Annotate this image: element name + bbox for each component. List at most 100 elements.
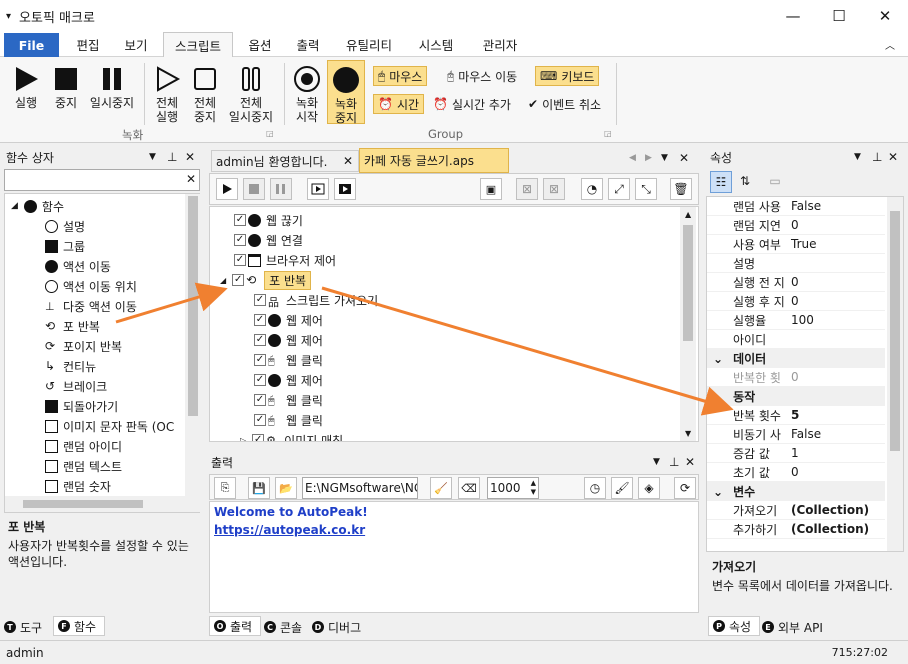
script-item[interactable]: ✓ 웹 제어 — [254, 310, 323, 330]
property-row[interactable]: 사용 여부 True — [707, 235, 885, 254]
event-cancel-toggle[interactable]: ✔ 이벤트 취소 — [524, 94, 605, 114]
property-row[interactable]: 추가하기 (Collection) — [707, 520, 885, 539]
system-menu-icon[interactable]: ▾ — [6, 11, 11, 22]
property-category[interactable]: ⌄ 동작 — [707, 387, 885, 406]
script-item[interactable]: ✓ 🖱 웹 클릭 — [254, 410, 323, 430]
tab-functions[interactable]: F 함수 — [53, 616, 105, 636]
expand-button[interactable]: ⤢ — [608, 178, 630, 200]
menu-system[interactable]: 시스템 — [408, 32, 464, 57]
function-item-random-number[interactable]: 랜덤 숫자 — [45, 476, 111, 496]
tree-root-functions[interactable]: ◢ 함수 — [11, 196, 64, 216]
script-item-for-loop[interactable]: ◢ ✓ ⟲ 포 반복 — [220, 270, 312, 290]
run-button[interactable]: 실행 — [8, 65, 44, 110]
script-item[interactable]: ✓ 브라우저 제어 — [234, 250, 336, 270]
script-item[interactable]: ✓ 웹 끊기 — [234, 210, 303, 230]
output-refresh-button[interactable]: ⟳ — [674, 477, 696, 499]
property-row[interactable]: 초기 값0 — [707, 463, 885, 482]
trash-button[interactable]: 🗑 — [670, 178, 692, 200]
script-item[interactable]: ✓ 🖱 웹 클릭 — [254, 390, 323, 410]
function-search-input[interactable]: ✕ — [4, 169, 200, 191]
tab-scroll-right-icon[interactable]: ▶ — [645, 153, 652, 163]
tab-output[interactable]: O 출력 — [209, 616, 261, 636]
script-run-step-button[interactable] — [334, 178, 356, 200]
homepage-link[interactable]: https://autopeak.co.kr — [214, 521, 694, 539]
property-row[interactable]: 아이디 — [707, 330, 885, 349]
pause-all-button[interactable]: 전체 일시중지 — [224, 65, 278, 124]
tab-list-icon[interactable]: ▼ — [661, 153, 668, 163]
menu-utility[interactable]: 유틸리티 — [337, 32, 401, 57]
function-tree-scrollbar[interactable] — [185, 194, 201, 496]
property-row[interactable]: 가져오기 (Collection) — [707, 501, 885, 520]
tab-console[interactable]: C 콘솔 — [264, 617, 312, 637]
script-item[interactable]: ✓ 웹 제어 — [254, 370, 323, 390]
script-run-from-button[interactable] — [307, 178, 329, 200]
group-dialog-launcher-icon[interactable]: ◲ — [266, 129, 274, 138]
close-panel-icon[interactable]: ✕ — [888, 150, 898, 164]
property-category[interactable]: ⌄ 변수 — [707, 482, 885, 501]
function-item-break[interactable]: ↺ 브레이크 — [45, 376, 107, 396]
menu-view[interactable]: 보기 — [114, 32, 158, 57]
collapse-ribbon-icon[interactable]: ︿ — [880, 32, 900, 57]
output-open-button[interactable]: 📂 — [275, 477, 297, 499]
function-item-random-id[interactable]: 랜덤 아이디 — [45, 436, 122, 456]
function-item-for-loop[interactable]: ⟲ 포 반복 — [45, 316, 100, 336]
group2-dialog-launcher-icon[interactable]: ◲ — [604, 129, 612, 138]
property-row[interactable]: 실행 전 지0 — [707, 273, 885, 292]
function-item-ocr[interactable]: 이미지 문자 판독 (OC — [45, 416, 174, 436]
menu-edit[interactable]: 편집 — [66, 32, 110, 57]
output-export-button[interactable]: ⎘ — [214, 477, 236, 499]
function-item-continue[interactable]: ↳ 컨티뉴 — [45, 356, 96, 376]
stepper-icon[interactable]: ▲ ▼ — [531, 479, 536, 497]
property-row[interactable]: 실행 후 지0 — [707, 292, 885, 311]
property-row[interactable]: 증감 값1 — [707, 444, 885, 463]
tab-welcome[interactable]: admin님 환영합니다. ✕ — [211, 150, 359, 172]
record-start-button[interactable]: 녹화 시작 — [290, 65, 324, 124]
property-row[interactable]: 랜덤 지연 0 — [707, 216, 885, 235]
property-row[interactable]: 랜덤 사용 False — [707, 197, 885, 216]
menu-script[interactable]: 스크립트 — [163, 32, 233, 58]
stop-button[interactable]: 중지 — [48, 65, 84, 110]
script-item[interactable]: ✓ 品 스크립트 가져오기 — [254, 290, 378, 310]
tab-debug[interactable]: D 디버그 — [312, 617, 372, 637]
function-item-random-text[interactable]: 랜덤 텍스트 — [45, 456, 122, 476]
output-fill-button[interactable]: ◈ — [638, 477, 660, 499]
run-all-button[interactable]: 전체 실행 — [150, 65, 184, 124]
tab-scroll-left-icon[interactable]: ◀ — [629, 153, 636, 163]
script-pause-button[interactable] — [270, 178, 292, 200]
close-panel-icon[interactable]: ✕ — [185, 150, 195, 164]
tab-cafe-script[interactable]: 카페 자동 글쓰기.aps — [359, 148, 509, 173]
output-erase-button[interactable]: ⌫ — [458, 477, 480, 499]
output-path-input[interactable]: E:\NGMsoftware\NG — [302, 477, 418, 499]
categorized-view-icon[interactable]: ☷ — [710, 171, 732, 193]
output-brush-button[interactable]: 🖌 — [611, 477, 633, 499]
expand-arrow-icon[interactable]: ◢ — [220, 276, 226, 285]
minimize-button[interactable]: — — [770, 0, 816, 32]
script-item[interactable]: ✓ 웹 제어 — [254, 330, 323, 350]
script-item[interactable]: ▷ ✓ ⚙ 이미지 매칭 — [240, 430, 343, 441]
pause-button[interactable]: 일시중지 — [86, 65, 138, 110]
collapse-icon[interactable]: ⌄ — [713, 352, 723, 366]
function-item-action-move-position[interactable]: 액션 이동 위치 — [45, 276, 137, 296]
delete-x2-button[interactable]: ⊠ — [543, 178, 565, 200]
dropdown-icon[interactable]: ▼ — [653, 457, 660, 467]
mouse-toggle[interactable]: 🖱 마우스 — [373, 66, 428, 86]
tab-external-api[interactable]: E 외부 API — [762, 617, 836, 637]
script-item[interactable]: ✓ 웹 연결 — [234, 230, 303, 250]
time-toggle[interactable]: ⏰ 시간 — [373, 94, 425, 114]
close-document-icon[interactable]: ✕ — [679, 151, 689, 165]
clear-search-icon[interactable]: ✕ — [186, 172, 196, 186]
output-limit-stepper[interactable]: 1000 ▲ ▼ — [487, 477, 539, 499]
output-clock-button[interactable]: ◷ — [584, 477, 606, 499]
dropdown-icon[interactable]: ▼ — [149, 152, 156, 162]
script-item[interactable]: ✓ 🖱 웹 클릭 — [254, 350, 323, 370]
pin-icon[interactable]: ⊥ — [872, 150, 882, 164]
property-row[interactable]: 반복한 횟0 — [707, 368, 885, 387]
property-row[interactable]: 비동기 사 False — [707, 425, 885, 444]
function-item-group[interactable]: 그룹 — [45, 236, 85, 256]
function-item-return[interactable]: 되돌아가기 — [45, 396, 118, 416]
stop-all-button[interactable]: 전체 중지 — [188, 65, 222, 124]
dropdown-icon[interactable]: ▼ — [854, 152, 861, 162]
function-tree-hscrollbar[interactable] — [5, 496, 201, 512]
property-pages-icon[interactable]: ▭ — [764, 171, 786, 193]
collapse-icon[interactable]: ⌄ — [713, 485, 723, 499]
